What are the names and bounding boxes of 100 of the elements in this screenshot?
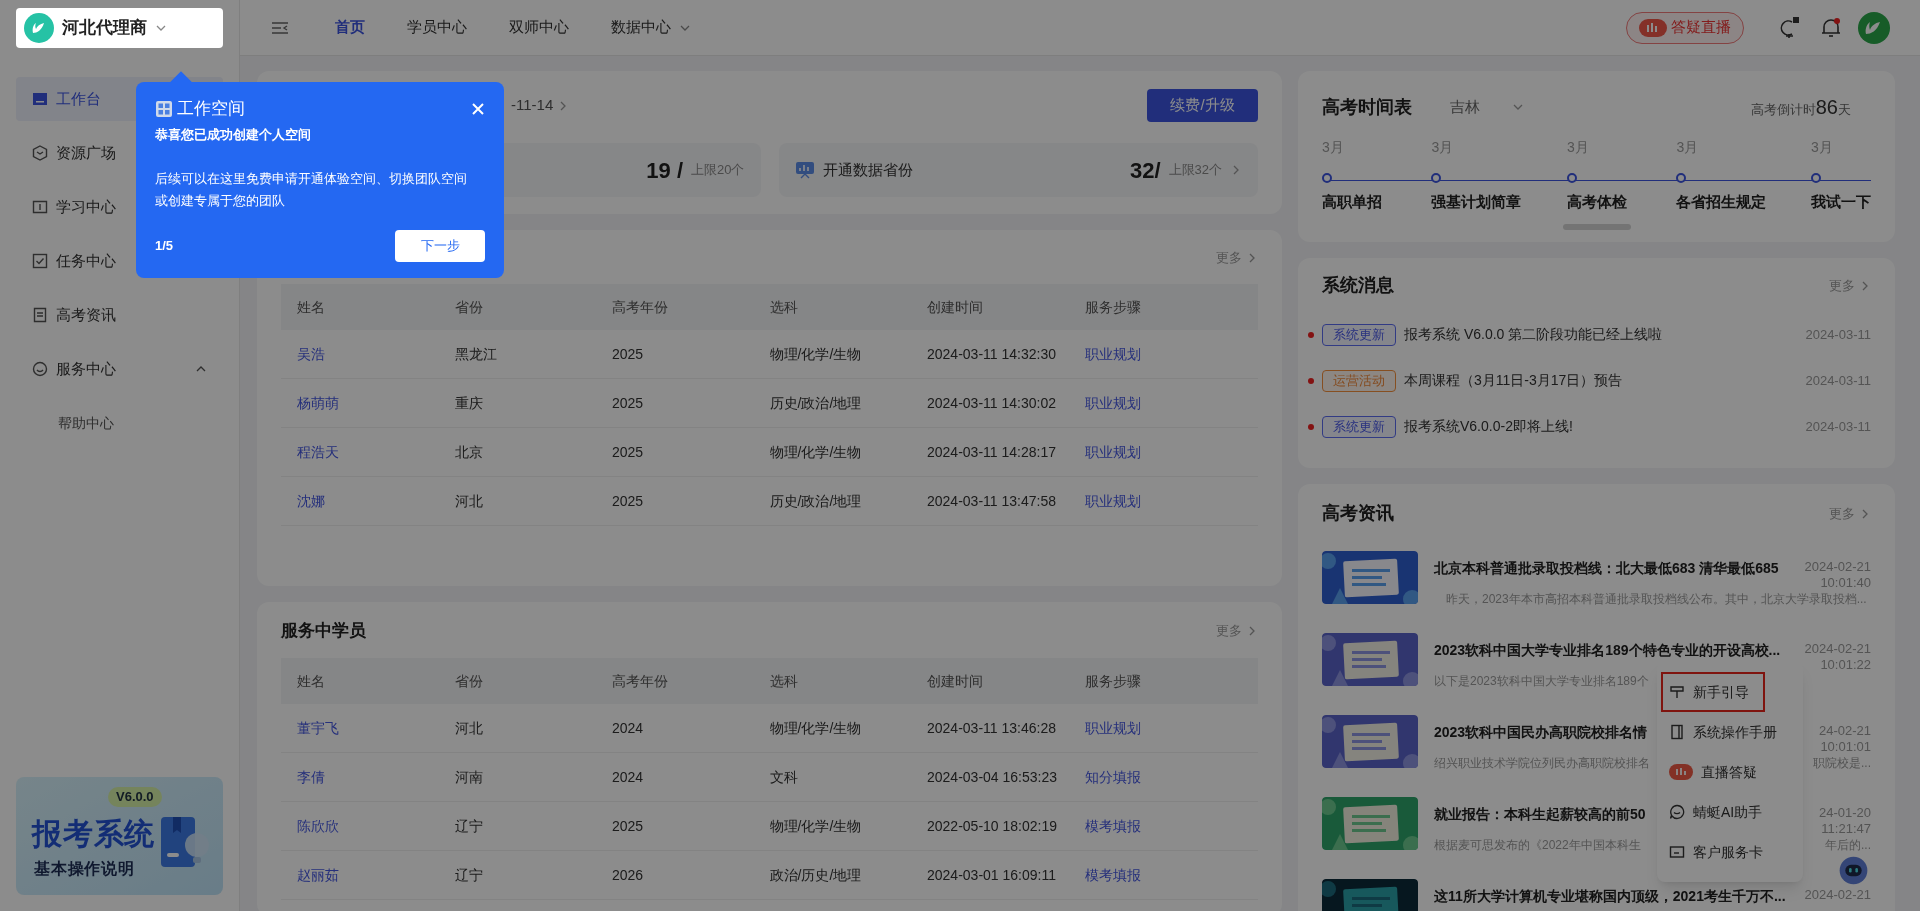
nav-tab[interactable]: 数据中心 [611,16,691,39]
stat-value: 19 / [646,156,684,185]
message-text[interactable]: 本周课程（3月11日-3月17日）预告 [1404,370,1798,391]
banner-card[interactable]: V6.0.0 报考系统 基本操作说明 [16,777,223,895]
table-cell-text: 政治/历史/地理 [769,865,863,885]
table-cell-text: 重庆 [454,393,484,413]
expiry-date[interactable]: -11-14 [511,94,570,117]
column-header: 姓名 [297,671,326,691]
table-cell-text: 2025 [612,442,645,462]
renew-button[interactable]: 续费/升级 [1147,89,1258,122]
table-cell-text: 2024-03-01 16:09:11 [927,865,1057,885]
countdown-number: 86 [1815,95,1838,120]
nav-tab[interactable]: 学员中心 [407,16,467,39]
column-header: 省份 [454,297,484,317]
news-title[interactable]: 就业报告：本科生起薪较高的前50 [1434,804,1646,823]
stat-panel[interactable]: 开通数据省份 32/ 上限32个 [778,143,1258,197]
student-link[interactable]: 陈欣欣 [297,815,455,837]
book-icon [32,199,48,215]
notification-icon[interactable] [1820,15,1842,40]
card-title: 高考时间表 [1322,95,1412,119]
table-cell-text: 河北 [454,491,484,511]
news-time: 10:01:22 [1820,656,1871,673]
help-menu-item[interactable]: 新手引导 [1661,672,1765,712]
step-link[interactable]: 知分填报 [1084,766,1242,788]
help-menu-item[interactable]: 直播答疑 [1661,752,1799,792]
message-text[interactable]: 报考系统V6.0.0-2即将上线! [1404,416,1798,437]
table-cell-text: 2024-03-04 16:53:23 [927,767,1058,787]
student-link[interactable]: 赵丽茹 [297,864,455,886]
chat-icon [1669,804,1685,820]
event-label[interactable]: 强基计划简章 [1431,191,1567,214]
student-link[interactable]: 董宇飞 [297,717,455,739]
event-label[interactable]: 我试一下 [1811,191,1871,214]
step-link[interactable]: 职业规划 [1084,343,1242,365]
live-button[interactable]: 答疑直播 [1626,11,1744,44]
sidebar-item[interactable]: 服务中心 [16,347,223,391]
table-cell-text: 2025 [612,816,645,836]
next-button[interactable]: 下一步 [395,230,485,262]
table-cell-text: 2024-03-11 14:28:17 [927,442,1057,462]
card-icon [1669,844,1685,860]
news-title[interactable]: 北京本科普通批录取投档线：北大最低683 清华最低685 [1434,558,1779,577]
sidebar-subitem[interactable]: 帮助中心 [16,401,223,445]
table-cell-text: 辽宁 [454,816,484,836]
message-text[interactable]: 报考系统 V6.0.0 第二阶段功能已经上线啦 [1404,324,1798,345]
news-title[interactable]: 这11所大学计算机专业堪称国内顶级，2021考生千万不... [1434,886,1786,905]
help-menu-item[interactable]: 客户服务卡 [1661,832,1799,872]
workspace-selector[interactable]: 河北代理商 [16,8,223,48]
column-header: 高考年份 [612,671,669,691]
news-time: 10:01:40 [1820,574,1871,591]
sidebar-item[interactable]: 高考资讯 [16,293,223,337]
table-cell-text: 物理/化学/生物 [769,344,863,364]
region-dropdown[interactable]: 吉林 [1450,95,1524,119]
step-link[interactable]: 职业规划 [1084,441,1242,463]
student-link[interactable]: 杨萌萌 [297,392,455,414]
news-date: 2024-02-21 [1804,886,1871,903]
news-title[interactable]: 2023软科中国民办高职院校排名情 [1434,722,1648,741]
step-link[interactable]: 职业规划 [1084,490,1242,512]
table-cell-text: 文科 [769,767,799,787]
bar-chart-icon [1639,18,1667,37]
stat-limit: 上限32个 [1168,161,1222,180]
column-header: 服务步骤 [1084,297,1142,317]
student-link[interactable]: 程浩天 [297,441,455,463]
nav-tab[interactable]: 首页 [335,16,365,39]
message-tag: 运营活动 [1322,369,1396,392]
avatar-icon[interactable] [1858,11,1890,44]
event-label[interactable]: 高职单招 [1322,191,1432,214]
stat-label: 开通数据省份 [822,159,913,180]
event-label[interactable]: 各省招生规定 [1676,191,1811,214]
table-cell-text: 物理/化学/生物 [769,718,863,738]
grid-icon [155,99,173,118]
help-menu-item[interactable]: 系统操作手册 [1661,712,1799,752]
close-icon[interactable] [471,101,485,116]
step-link[interactable]: 职业规划 [1084,392,1242,414]
monitor-icon [32,91,48,107]
step-link[interactable]: 职业规划 [1084,717,1242,739]
help-menu-item[interactable]: 蜻蜓AI助手 [1661,792,1799,832]
step-link[interactable]: 模考填报 [1084,815,1242,837]
nav-tab[interactable]: 双师中心 [509,16,569,39]
table-cell-text: 2026 [612,865,645,885]
menu-icon[interactable] [270,19,290,36]
student-link[interactable]: 吴浩 [297,343,455,365]
table-cell-text: 黑龙江 [454,344,498,364]
student-link[interactable]: 李倩 [297,766,455,788]
table-cell-text: 物理/化学/生物 [769,816,863,836]
banner-title: 报考系统 [32,816,155,852]
countdown-label: 高考倒计时 [1750,102,1816,119]
student-link[interactable]: 沈娜 [297,490,455,512]
table-cell-text: 辽宁 [454,865,484,885]
step-counter: 1/5 [155,237,174,256]
column-header: 创建时间 [927,297,984,317]
document-icon [32,307,48,323]
event-label[interactable]: 高考体检 [1567,191,1677,214]
countdown-unit: 天 [1838,101,1851,119]
column-header: 服务步骤 [1084,671,1142,691]
scrollbar-thumb[interactable] [1562,223,1631,230]
table-cell-text: 2025 [612,491,645,511]
news-date: 2024-02-21 [1804,558,1871,575]
table-cell-text: 2025 [612,344,645,364]
robot-icon[interactable] [1839,856,1868,885]
news-title[interactable]: 2023软科中国大学专业排名189个特色专业的开设高校... [1434,640,1781,659]
step-link[interactable]: 模考填报 [1084,864,1242,886]
